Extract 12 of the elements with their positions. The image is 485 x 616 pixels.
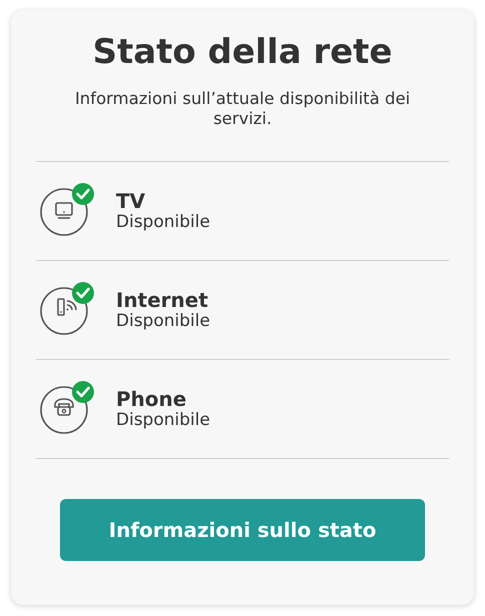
service-name: Phone xyxy=(116,388,188,410)
service-name: Internet xyxy=(116,288,210,311)
service-status: Disponibile xyxy=(116,410,210,432)
service-status: Disponibile xyxy=(116,212,210,234)
service-status: Disponibile xyxy=(116,310,210,332)
status-info-button[interactable]: Informazioni sullo stato xyxy=(60,499,425,562)
subtitle: Informazioni sull’attuale disponibilità dei servizi. xyxy=(74,88,412,128)
tv-icon xyxy=(40,188,88,236)
telephone-icon xyxy=(40,386,88,434)
title: Stato della rete xyxy=(92,32,394,73)
router-icon xyxy=(40,288,88,336)
service-name: TV xyxy=(116,190,146,212)
